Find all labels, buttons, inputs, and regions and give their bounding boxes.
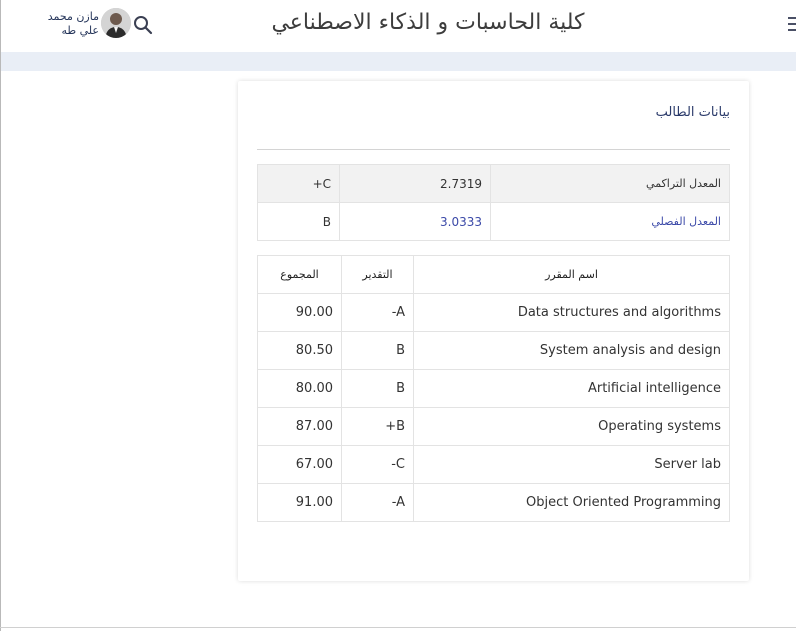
semester-gpa-value: 3.0333 xyxy=(339,202,491,241)
course-grade: B xyxy=(341,331,414,370)
menu-icon-bar xyxy=(788,23,796,25)
course-name: Server lab xyxy=(413,445,730,484)
user-name-line-1: مازن محمد xyxy=(47,10,99,23)
section-title: بيانات الطالب xyxy=(655,105,730,120)
table-row: 90.00 -A Data structures and algorithms xyxy=(257,293,730,332)
semester-gpa-grade: B xyxy=(257,202,340,241)
course-total: 67.00 xyxy=(257,445,342,484)
course-grade: B xyxy=(341,369,414,408)
table-row: 67.00 -C Server lab xyxy=(257,445,730,484)
column-header-course-name: اسم المقرر xyxy=(413,255,730,294)
student-data-card: بيانات الطالب +C 2.7319 المعدل التراكمي … xyxy=(238,81,749,581)
column-header-grade: التقدير xyxy=(341,255,414,294)
column-header-total: المجموع xyxy=(257,255,342,294)
menu-icon-bar xyxy=(788,17,796,19)
user-name[interactable]: مازن محمد علي طه xyxy=(39,10,99,38)
table-row: 91.00 -A Object Oriented Programming xyxy=(257,483,730,522)
course-total: 87.00 xyxy=(257,407,342,446)
semester-gpa-row: B 3.0333 المعدل الفصلي xyxy=(257,202,730,241)
window-left-border xyxy=(0,0,1,631)
person-icon xyxy=(101,8,131,38)
course-name: Object Oriented Programming xyxy=(413,483,730,522)
course-name: Operating systems xyxy=(413,407,730,446)
course-total: 91.00 xyxy=(257,483,342,522)
page-title: كلية الحاسبات و الذكاء الاصطناعي xyxy=(271,10,585,35)
search-icon[interactable] xyxy=(132,14,154,36)
avatar[interactable] xyxy=(101,8,131,38)
course-total: 90.00 xyxy=(257,293,342,332)
course-name: Artificial intelligence xyxy=(413,369,730,408)
course-grade: -A xyxy=(341,293,414,332)
cumulative-gpa-row: +C 2.7319 المعدل التراكمي xyxy=(257,164,730,203)
course-grade: -A xyxy=(341,483,414,522)
menu-icon-bar xyxy=(788,29,796,31)
table-header-row: المجموع التقدير اسم المقرر xyxy=(257,255,730,294)
course-grade: +B xyxy=(341,407,414,446)
gpa-table: +C 2.7319 المعدل التراكمي B 3.0333 المعد… xyxy=(257,164,730,241)
header-band xyxy=(1,52,796,71)
cumulative-gpa-grade: +C xyxy=(257,164,340,203)
table-row: 80.50 B System analysis and design xyxy=(257,331,730,370)
course-total: 80.50 xyxy=(257,331,342,370)
divider xyxy=(257,149,730,150)
course-grade: -C xyxy=(341,445,414,484)
cumulative-gpa-label: المعدل التراكمي xyxy=(490,164,730,203)
courses-table: المجموع التقدير اسم المقرر 90.00 -A Data… xyxy=(257,255,730,522)
course-name: Data structures and algorithms xyxy=(413,293,730,332)
menu-icon[interactable] xyxy=(788,17,796,33)
course-name: System analysis and design xyxy=(413,331,730,370)
cumulative-gpa-value: 2.7319 xyxy=(339,164,491,203)
table-row: 87.00 +B Operating systems xyxy=(257,407,730,446)
semester-gpa-label[interactable]: المعدل الفصلي xyxy=(490,202,730,241)
window-bottom-border xyxy=(0,627,796,628)
course-total: 80.00 xyxy=(257,369,342,408)
user-name-line-2: علي طه xyxy=(61,24,99,37)
table-row: 80.00 B Artificial intelligence xyxy=(257,369,730,408)
